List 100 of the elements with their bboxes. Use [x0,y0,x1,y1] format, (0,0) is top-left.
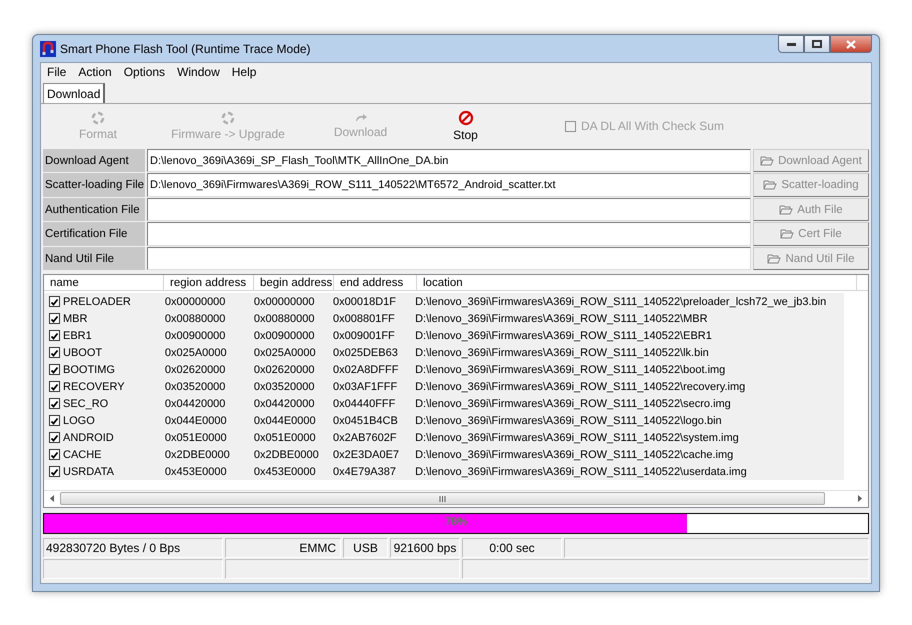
table-cell-text: USRDATA [62,466,115,478]
progress-percent: 78% [444,516,468,528]
field-label: Download Agent [43,148,145,172]
table-cell-text: D:\lenovo_369i\Firmwares\A369i_ROW_S111_140522\preloader_lcsh72_we_jb3.bin [414,296,828,308]
table-cell-text: 0x03AF1FFF [332,380,398,393]
column-header[interactable]: begin address [254,275,334,290]
path-field[interactable] [147,198,751,222]
status-cell: 921600 bps [390,538,460,558]
table-cell-text: SEC_RO [62,398,110,410]
grip-icon [439,496,446,502]
checkbox[interactable] [49,415,60,426]
folder-icon [779,204,794,215]
checkbox[interactable] [49,449,60,460]
table-cell-text: 0x00018D1F [332,296,397,308]
table-cell-text: 0x051E0000 [252,432,317,444]
field-label: Authentication File [43,198,145,222]
toolbar-button[interactable]: Stop [453,110,478,142]
close-button[interactable] [830,35,872,53]
table-cell-text: LOGO [62,414,96,427]
table-cell-text: D:\lenovo_369i\Firmwares\A369i_ROW_S111_140522\cache.img [414,448,734,461]
checkbox[interactable] [49,381,60,392]
checkbox[interactable] [49,398,60,410]
table-cell-text: D:\lenovo_369i\Firmwares\A369i_ROW_S111_140522\userdata.img [414,466,748,478]
path-field[interactable] [147,246,751,270]
table-cell-text: 0x025DEB63 [332,346,399,359]
table-cell-text: BOOTIMG [62,364,116,376]
status-cell: 492830720 Bytes / 0 Bps [43,538,223,558]
table-cell-text: MBR [62,312,88,325]
minimize-button[interactable] [778,35,804,53]
table-cell-text: 0x025A0000 [164,346,228,359]
table-cell-text: D:\lenovo_369i\Firmwares\A369i_ROW_S111_140522\logo.bin [414,414,723,427]
window-title: Smart Phone Flash Tool (Runtime Trace Mode) [60,42,311,56]
redo-arrow-icon [354,113,368,124]
table-cell-text: 0x4E79A387 [332,466,397,478]
close-icon [846,40,856,48]
table-cell-text: D:\lenovo_369i\Firmwares\A369i_ROW_S111_140522\secro.img [414,398,732,410]
column-header[interactable]: name [44,275,164,290]
menu-item[interactable]: Action [78,65,120,79]
status-cell: EMMC [225,538,341,558]
table-cell-text: D:\lenovo_369i\Firmwares\A369i_ROW_S111_140522\recovery.img [414,380,746,393]
minimize-icon [786,42,796,46]
checkbox[interactable] [49,313,60,324]
field-label: Certification File [43,222,145,246]
checkbox[interactable] [49,330,60,342]
folder-icon [760,156,774,166]
checkbox[interactable] [49,432,60,444]
table-cell-text: 0x0451B4CB [332,414,399,427]
column-header[interactable]: region address [164,275,254,290]
checkbox[interactable] [49,347,60,358]
table-cell-text: 0x04420000 [252,398,316,410]
checkbox[interactable] [49,364,60,376]
app-icon [40,40,56,56]
table-cell-text: D:\lenovo_369i\Firmwares\A369i_ROW_S111_140522\boot.img [414,364,726,376]
table-cell-text: D:\lenovo_369i\Firmwares\A369i_ROW_S111_140522\lk.bin [414,346,710,359]
menu-item[interactable]: File [47,65,74,79]
checkbox[interactable] [49,296,60,308]
status-cell: 0:00 sec [462,538,562,558]
scroll-left-icon[interactable] [50,495,54,502]
table-cell-text: D:\lenovo_369i\Firmwares\A369i_ROW_S111_140522\MBR [414,312,709,325]
table-cell-text: 0x008801FF [332,312,396,325]
table-cell-text: 0x00880000 [164,312,226,325]
table-cell-text: 0x00000000 [252,296,316,308]
maximize-button[interactable] [804,35,830,53]
table-cell-text: 0x00900000 [252,330,316,342]
table-cell-text: 0x453E0000 [252,466,317,478]
status-cell: USB [343,538,388,558]
table-cell-text: 0x2AB7602F [332,432,398,444]
menu-item[interactable]: Options [124,65,174,79]
table-cell-text: 0x2DBE0000 [252,448,320,461]
table-cell-text: 0x044E0000 [252,414,317,427]
maximize-icon [812,40,822,48]
table-cell-text: 0x00880000 [252,312,316,325]
table-cell-text: 0x2DBE0000 [164,448,231,461]
column-header[interactable]: end address [334,275,417,290]
table-cell-text: 0x03520000 [164,380,226,393]
path-field[interactable] [147,222,751,246]
table-cell-text: ANDROID [62,432,115,444]
table-cell-text: UBOOT [62,346,104,359]
column-header[interactable]: location [417,275,857,290]
table-cell-text: 0x2E3DA0E7 [332,448,400,461]
path-field[interactable]: D:\lenovo_369i\A369i_SP_Flash_Tool\MTK_AllInOne_DA.bin [147,148,751,172]
table-cell-text: D:\lenovo_369i\Firmwares\A369i_ROW_S111_140522\system.img [414,432,740,444]
table-cell-text: 0x02A8DFFF [332,364,400,376]
refresh-icon [220,111,235,126]
menu-item[interactable]: Window [177,65,228,79]
path-field[interactable]: D:\lenovo_369i\Firmwares\A369i_ROW_S111_140522\MT6572_Android_scatter.txt [147,173,751,197]
horizontal-scrollbar[interactable] [44,490,868,507]
checkbox[interactable] [49,466,60,478]
table-cell-text: 0x02620000 [252,364,316,376]
refresh-icon [90,111,105,126]
table-cell-text: 0x04440FFF [332,398,396,410]
scroll-right-icon[interactable] [858,495,862,502]
table-cell-text: 0x025A0000 [252,346,317,359]
table-cell-text: RECOVERY [62,380,126,393]
table-cell-text: PRELOADER [62,296,132,308]
folder-icon [780,229,794,240]
table-cell-text: 0x03520000 [252,380,316,393]
tab[interactable]: Download [43,83,106,103]
stop-icon [458,110,474,126]
menu-item[interactable]: Help [232,65,264,79]
